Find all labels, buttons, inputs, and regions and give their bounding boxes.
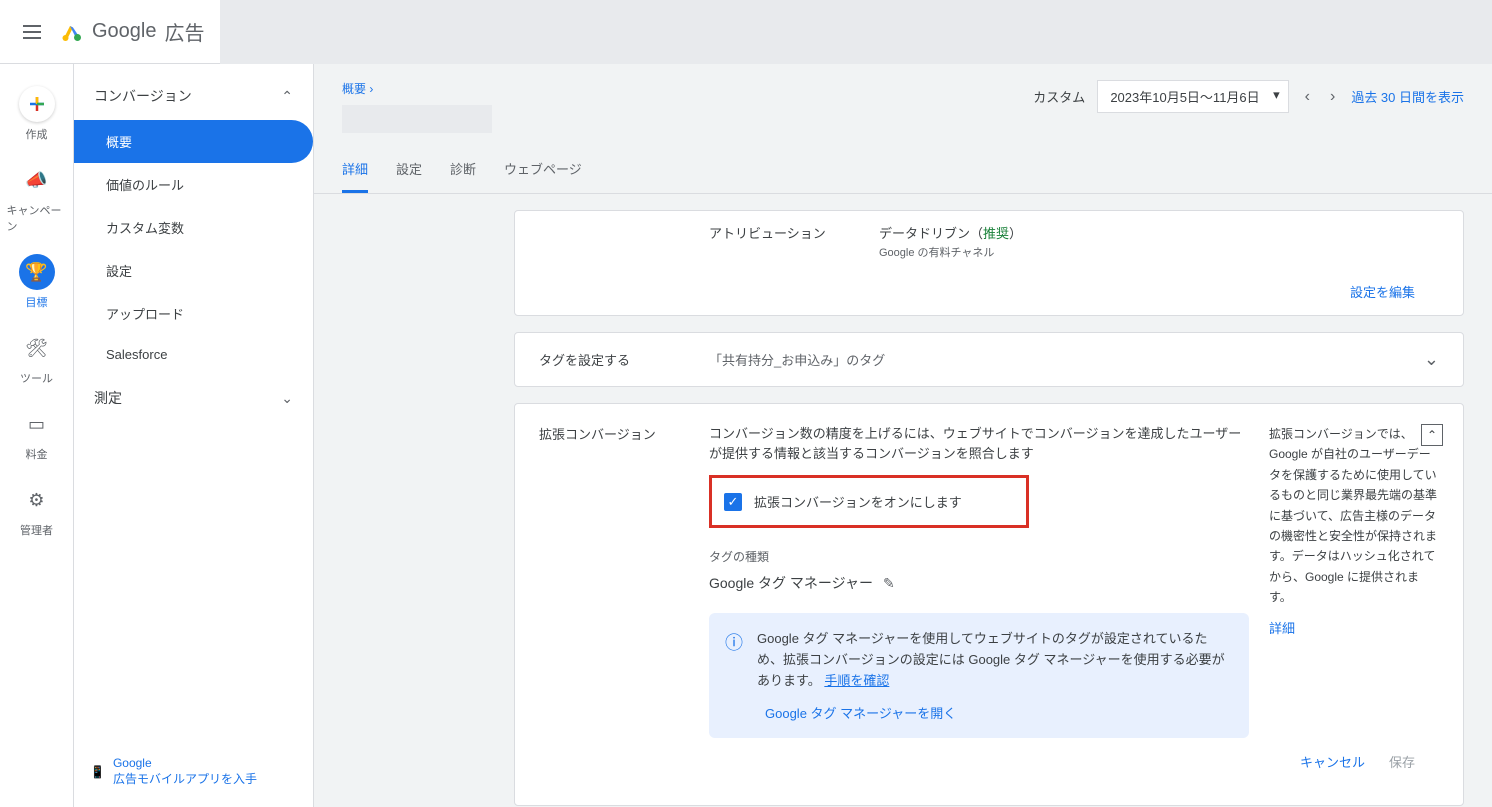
- brand-sub: 広告: [165, 17, 205, 46]
- phone-icon: 📱: [90, 765, 105, 779]
- info-icon: ⓘ: [725, 629, 743, 722]
- chevron-down-icon: ⌄: [281, 390, 293, 407]
- info-text: Google タグ マネージャーを使用してウェブサイトのタグが設定されているため…: [757, 631, 1225, 688]
- sidebar-group-label: コンバージョン: [94, 86, 192, 106]
- chevron-down-icon: ⌄: [1424, 349, 1439, 370]
- card-enhanced-conversions: 拡張コンバージョン コンバージョン数の精度を上げるには、ウェブサイトでコンバージ…: [514, 403, 1464, 806]
- plus-icon: [19, 86, 55, 122]
- tab-settings[interactable]: 設定: [396, 149, 422, 193]
- info-steps-link[interactable]: 手順を確認: [824, 673, 889, 688]
- enhanced-desc: コンバージョン数の精度を上げるには、ウェブサイトでコンバージョンを達成したユーザ…: [709, 424, 1249, 463]
- sidebar-item-upload[interactable]: アップロード: [74, 292, 313, 335]
- attribution-heading: アトリビューション: [709, 223, 879, 260]
- rail-create[interactable]: 作成: [7, 76, 67, 152]
- tag-type-label: タグの種類: [709, 548, 1249, 565]
- tag-setup-value: 「共有持分_お申込み」のタグ: [709, 350, 1424, 369]
- card-icon: ▭: [19, 406, 55, 442]
- last-30-days-link[interactable]: 過去 30 日間を表示: [1351, 87, 1464, 106]
- rail-billing[interactable]: ▭ 料金: [7, 396, 67, 472]
- rail-goals[interactable]: 🏆 目標: [7, 244, 67, 320]
- rail-label: 作成: [26, 126, 48, 142]
- breadcrumb[interactable]: 概要 ›: [342, 82, 373, 96]
- card-attribution: アトリビューション データドリブン（推奨） Google の有料チャネル 設定を…: [514, 210, 1464, 316]
- rail-admin[interactable]: ⚙ 管理者: [7, 472, 67, 548]
- footer-line1: Google: [113, 756, 257, 770]
- top-bar: Google 広告: [0, 0, 1492, 64]
- side-desc: 拡張コンバージョンでは、Google が自社のユーザーデータを保護するために使用…: [1269, 424, 1439, 608]
- topbar-left: Google 広告: [0, 17, 220, 46]
- sidebar-item-custom-vars[interactable]: カスタム変数: [74, 206, 313, 249]
- sidebar-item-salesforce[interactable]: Salesforce: [74, 335, 313, 374]
- tab-diagnostics[interactable]: 診断: [450, 149, 476, 193]
- breadcrumb-title-placeholder: [342, 105, 492, 133]
- edit-settings-link[interactable]: 設定を編集: [1350, 282, 1415, 301]
- info-box: ⓘ Google タグ マネージャーを使用してウェブサイトのタグが設定されている…: [709, 613, 1249, 738]
- sidebar-group-conversions[interactable]: コンバージョン ⌃: [74, 72, 313, 120]
- date-prev[interactable]: ‹: [1301, 88, 1314, 106]
- chevron-right-icon: ›: [369, 82, 373, 96]
- card-tag-setup[interactable]: タグを設定する 「共有持分_お申込み」のタグ ⌄: [514, 332, 1464, 387]
- collapse-icon[interactable]: ⌃: [1421, 424, 1443, 446]
- trophy-icon: 🏆: [19, 254, 55, 290]
- rail-campaign[interactable]: 📣 キャンペーン: [7, 152, 67, 244]
- attribution-label: [539, 223, 709, 260]
- footer-line2: 広告モバイルアプリを入手: [113, 770, 257, 787]
- sidebar-group-label: 測定: [94, 388, 122, 408]
- google-ads-icon: [60, 20, 84, 44]
- sidebar-item-settings[interactable]: 設定: [74, 249, 313, 292]
- pencil-icon[interactable]: ✎: [883, 575, 895, 592]
- chevron-up-icon: ⌃: [281, 88, 293, 105]
- sidebar-item-overview[interactable]: 概要: [74, 120, 313, 163]
- save-button: 保存: [1389, 752, 1415, 771]
- attribution-sub: Google の有料チャネル: [879, 244, 1439, 260]
- sidebar: コンバージョン ⌃ 概要 価値のルール カスタム変数 設定 アップロード Sal…: [74, 64, 314, 807]
- date-custom-label: カスタム: [1033, 87, 1085, 106]
- tag-setup-label: タグを設定する: [539, 350, 709, 369]
- date-range-select[interactable]: 2023年10月5日～11月6日 ▾: [1097, 80, 1288, 113]
- rail-label: 目標: [26, 294, 48, 310]
- open-gtm-link[interactable]: Google タグ マネージャーを開く: [765, 703, 1233, 722]
- megaphone-icon: 📣: [19, 162, 55, 198]
- enhanced-label: 拡張コンバージョン: [539, 424, 689, 738]
- enhanced-checkbox-highlight: ✓ 拡張コンバージョンをオンにします: [709, 475, 1029, 528]
- rail-label: 料金: [26, 446, 48, 462]
- menu-icon[interactable]: [20, 20, 44, 44]
- gear-icon: ⚙: [19, 482, 55, 518]
- rail-label: キャンペーン: [7, 202, 67, 234]
- tag-type-value: Google タグ マネージャー ✎: [709, 573, 1249, 593]
- sidebar-group-measurement[interactable]: 測定 ⌄: [74, 374, 313, 422]
- icon-rail: 作成 📣 キャンペーン 🏆 目標 🛠 ツール ▭ 料金 ⚙ 管理者: [0, 64, 74, 807]
- topbar-placeholder: [220, 0, 1492, 64]
- rail-label: 管理者: [20, 522, 53, 538]
- attribution-value: データドリブン（推奨）: [879, 223, 1439, 242]
- rail-label: ツール: [20, 370, 53, 386]
- side-details-link[interactable]: 詳細: [1269, 618, 1439, 637]
- tabs: 詳細 設定 診断 ウェブページ: [314, 133, 1492, 194]
- tab-details[interactable]: 詳細: [342, 149, 368, 193]
- tools-icon: 🛠: [19, 330, 55, 366]
- enhanced-checkbox[interactable]: ✓: [724, 493, 742, 511]
- logo[interactable]: Google 広告: [60, 17, 205, 46]
- tab-webpage[interactable]: ウェブページ: [504, 149, 582, 193]
- content-area: 概要 › カスタム 2023年10月5日～11月6日 ▾ ‹ › 過去 30 日…: [314, 64, 1492, 807]
- rail-tools[interactable]: 🛠 ツール: [7, 320, 67, 396]
- cancel-button[interactable]: キャンセル: [1300, 752, 1365, 771]
- enhanced-checkbox-label: 拡張コンバージョンをオンにします: [754, 492, 962, 511]
- dropdown-icon: ▾: [1273, 87, 1280, 103]
- sidebar-item-value-rules[interactable]: 価値のルール: [74, 163, 313, 206]
- brand-text: Google: [92, 20, 157, 43]
- sidebar-mobile-app-link[interactable]: 📱 Google 広告モバイルアプリを入手: [74, 744, 313, 807]
- enhanced-side-panel: ⌃ 拡張コンバージョンでは、Google が自社のユーザーデータを保護するために…: [1269, 424, 1439, 738]
- date-next[interactable]: ›: [1326, 88, 1339, 106]
- date-controls: カスタム 2023年10月5日～11月6日 ▾ ‹ › 過去 30 日間を表示: [1033, 80, 1464, 113]
